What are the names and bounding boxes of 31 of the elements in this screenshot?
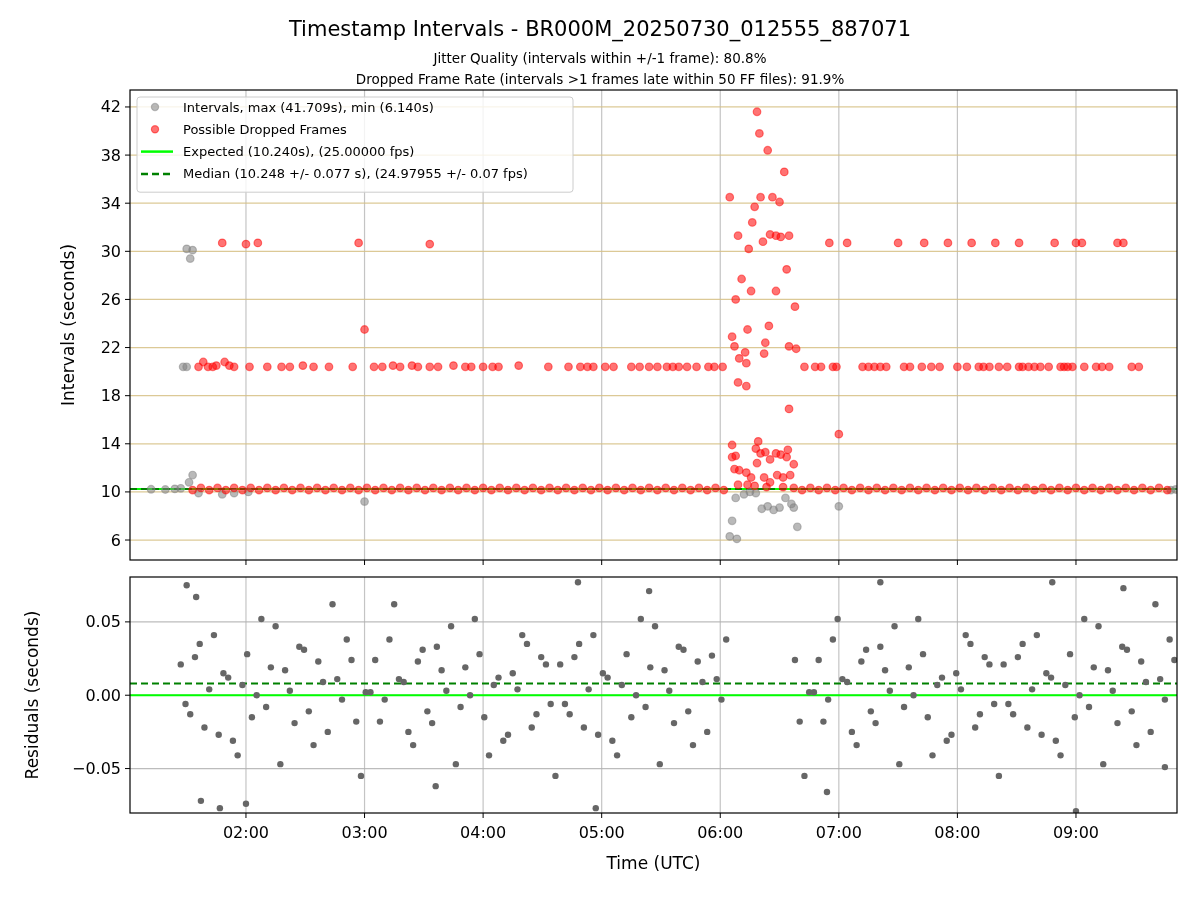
legend-label: Expected (10.240s), (25.00000 fps) <box>183 144 415 160</box>
tick-label: 05:00 <box>578 823 625 842</box>
tick-label: 10 <box>100 482 121 502</box>
tick-label: 30 <box>100 241 121 261</box>
tick-label: 04:00 <box>460 823 507 842</box>
tick-label: 02:00 <box>222 823 269 842</box>
tick-label: −0.05 <box>71 759 121 779</box>
legend-label: Intervals, max (41.709s), min (6.140s) <box>183 99 434 115</box>
axis-label: Residuals (seconds) <box>22 610 42 780</box>
figure-subtitle: Dropped Frame Rate (intervals >1 frames late within 50 FF files): 91.9% <box>355 70 845 89</box>
legend-label: Possible Dropped Frames <box>183 121 347 137</box>
tick-label: 0.00 <box>85 685 121 705</box>
tick-label: 6 <box>110 530 121 550</box>
tick-label: 26 <box>100 289 121 309</box>
tick-label: 18 <box>100 386 121 406</box>
tick-label: 09:00 <box>1052 823 1100 842</box>
axis-label: Intervals (seconds) <box>58 243 78 407</box>
figure-title: Timestamp Intervals - BR000M_20250730_012555_887071 <box>288 16 912 44</box>
tick-label: 14 <box>100 434 121 454</box>
tick-label: 38 <box>100 145 121 165</box>
tick-label: 06:00 <box>697 823 744 842</box>
legend-label: Median (10.248 +/- 0.077 s), (24.97955 +/- 0.07 fps) <box>183 166 528 182</box>
tick-label: 34 <box>100 193 121 213</box>
figure-subtitle: Jitter Quality (intervals within +/-1 frame): 80.8% <box>433 49 767 68</box>
tick-label: 03:00 <box>341 823 388 842</box>
axis-label: Time (UTC) <box>606 853 701 873</box>
tick-label: 08:00 <box>934 823 981 842</box>
tick-label: 07:00 <box>815 823 862 842</box>
tick-label: 22 <box>100 338 121 358</box>
tick-label: 42 <box>100 97 121 117</box>
tick-label: 0.05 <box>85 612 121 632</box>
